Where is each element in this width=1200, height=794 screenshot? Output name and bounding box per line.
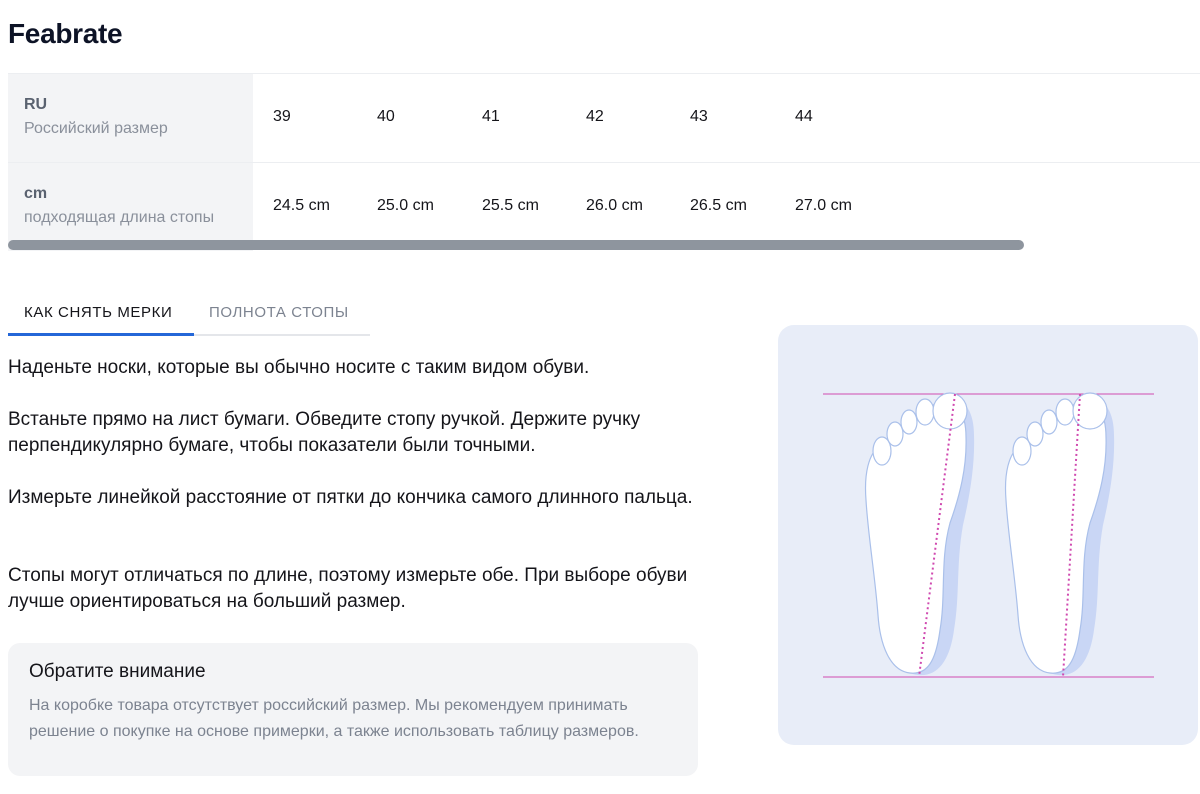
length-cell: 26.0 cm — [586, 197, 643, 214]
length-cell: 27.0 cm — [795, 197, 852, 214]
tab-how-to-measure[interactable]: КАК СНЯТЬ МЕРКИ — [24, 304, 172, 321]
instruction-paragraph: Измерьте линейкой расстояние от пятки до… — [8, 487, 693, 508]
tab-foot-width[interactable]: ПОЛНОТА СТОПЫ — [209, 304, 349, 321]
row-header: RU Российский размер — [8, 74, 253, 162]
size-row-cm: cm подходящая длина стопы 24.5 cm 25.0 c… — [8, 162, 1200, 251]
size-cell: 44 — [795, 108, 813, 125]
horizontal-scrollbar[interactable] — [8, 240, 1024, 250]
instruction-paragraph: Встаньте прямо на лист бумаги. Обведите … — [8, 409, 641, 456]
length-cell: 25.0 cm — [377, 197, 434, 214]
foot-illustration-svg — [823, 392, 1154, 678]
size-cell: 43 — [690, 108, 708, 125]
notice-title: Обратите внимание — [29, 661, 206, 682]
row-description: Российский размер — [24, 120, 168, 137]
size-cell: 41 — [482, 108, 500, 125]
size-table: RU Российский размер 39 40 41 42 43 44 c… — [8, 73, 1200, 251]
row-code: cm — [24, 185, 48, 202]
row-header: cm подходящая длина стопы — [8, 163, 253, 251]
notice-box: Обратите внимание На коробке товара отсу… — [8, 643, 698, 776]
foot-outline-icon — [864, 392, 975, 678]
active-tab-indicator — [8, 333, 194, 336]
foot-measure-illustration — [778, 325, 1198, 745]
brand-title: Feabrate — [8, 18, 123, 49]
length-cell: 24.5 cm — [273, 197, 330, 214]
instruction-paragraph: Наденьте носки, которые вы обычно носите… — [8, 357, 590, 378]
size-cell: 39 — [273, 108, 291, 125]
info-tabs: КАК СНЯТЬ МЕРКИ ПОЛНОТА СТОПЫ — [8, 300, 370, 336]
foot-outline-icon — [1004, 392, 1115, 678]
instruction-paragraph: Стопы могут отличаться по длине, поэтому… — [8, 565, 688, 612]
row-description: подходящая длина стопы — [24, 209, 215, 226]
size-row-ru: RU Российский размер 39 40 41 42 43 44 — [8, 73, 1200, 162]
size-cell: 42 — [586, 108, 604, 125]
length-cell: 25.5 cm — [482, 197, 539, 214]
row-code: RU — [24, 96, 48, 113]
size-cell: 40 — [377, 108, 395, 125]
notice-text: На коробке товара отсутствует российский… — [29, 697, 639, 740]
length-cell: 26.5 cm — [690, 197, 747, 214]
